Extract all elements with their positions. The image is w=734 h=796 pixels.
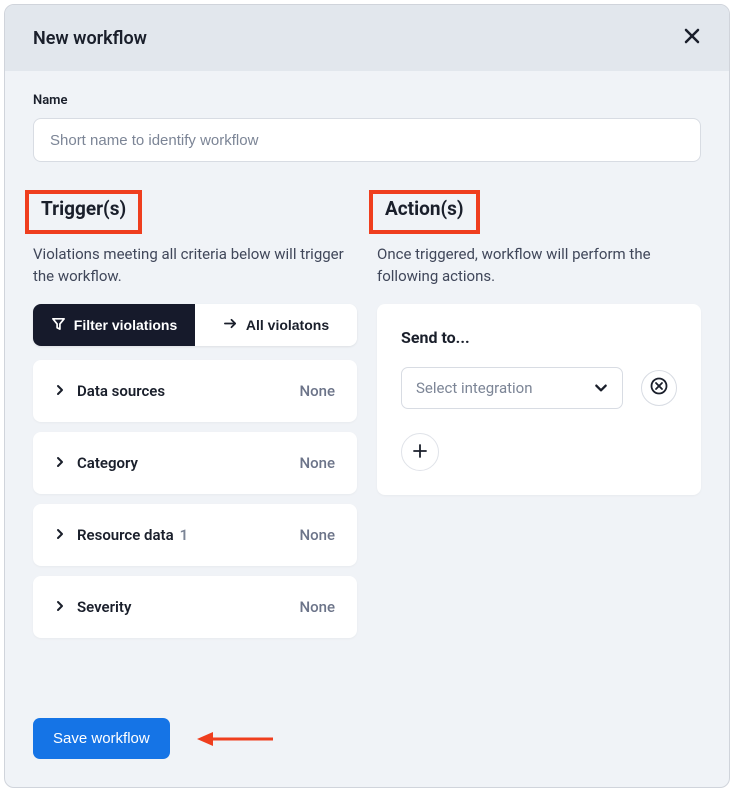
- filter-severity[interactable]: Severity None: [33, 576, 357, 638]
- triggers-heading-highlight: Trigger(s): [25, 190, 142, 234]
- arrow-right-icon: [223, 316, 238, 334]
- filter-label-text: Category: [77, 454, 138, 472]
- filter-label-text: Severity: [77, 598, 131, 616]
- chevron-right-icon: [55, 453, 65, 472]
- add-action-button[interactable]: [401, 433, 439, 471]
- filter-data-sources[interactable]: Data sources None: [33, 360, 357, 422]
- tab-filter-label: Filter violations: [74, 317, 177, 333]
- actions-column: Action(s) Once triggered, workflow will …: [377, 190, 701, 638]
- actions-description: Once triggered, workflow will perform th…: [377, 244, 701, 288]
- filter-value: None: [299, 382, 335, 400]
- actions-heading-highlight: Action(s): [369, 190, 480, 234]
- chevron-right-icon: [55, 525, 65, 544]
- filter-label-text: Data sources: [77, 382, 165, 400]
- modal-body: Name Trigger(s) Violations meeting all c…: [5, 71, 729, 718]
- chevron-down-icon: [594, 378, 608, 397]
- tab-filter-violations[interactable]: Filter violations: [33, 304, 195, 346]
- circle-x-icon: [649, 376, 669, 399]
- filter-value: None: [299, 526, 335, 544]
- modal-title: New workflow: [33, 28, 147, 49]
- tab-all-label: All violatons: [246, 317, 329, 333]
- filter-value: None: [299, 598, 335, 616]
- filter-category[interactable]: Category None: [33, 432, 357, 494]
- remove-action-button[interactable]: [641, 370, 677, 406]
- tab-all-violations[interactable]: All violatons: [195, 304, 357, 346]
- close-icon: [683, 25, 701, 50]
- triggers-description: Violations meeting all criteria below wi…: [33, 244, 357, 288]
- filter-value: None: [299, 454, 335, 472]
- filter-count: 1: [180, 526, 189, 544]
- triggers-heading: Trigger(s): [37, 195, 130, 226]
- send-to-card: Send to... Select integration: [377, 304, 701, 495]
- filter-list: Data sources None Category No: [33, 360, 357, 638]
- filter-resource-data[interactable]: Resource data 1 None: [33, 504, 357, 566]
- workflow-name-input[interactable]: [33, 118, 701, 162]
- integration-select[interactable]: Select integration: [401, 367, 623, 409]
- modal-header: New workflow: [5, 5, 729, 71]
- name-label: Name: [33, 93, 701, 108]
- actions-heading: Action(s): [381, 195, 468, 226]
- chevron-right-icon: [55, 597, 65, 616]
- chevron-right-icon: [55, 381, 65, 400]
- trigger-tabs: Filter violations All violatons: [33, 304, 357, 346]
- select-placeholder: Select integration: [416, 379, 533, 397]
- triggers-column: Trigger(s) Violations meeting all criter…: [33, 190, 357, 638]
- filter-label-text: Resource data: [77, 526, 174, 544]
- save-workflow-button[interactable]: Save workflow: [33, 718, 170, 759]
- filter-icon: [51, 316, 66, 334]
- modal-footer: Save workflow: [5, 718, 729, 787]
- new-workflow-modal: New workflow Name Trigger(s) Violations …: [4, 4, 730, 788]
- plus-icon: [412, 439, 428, 465]
- send-to-title: Send to...: [401, 328, 677, 347]
- close-button[interactable]: [683, 27, 701, 49]
